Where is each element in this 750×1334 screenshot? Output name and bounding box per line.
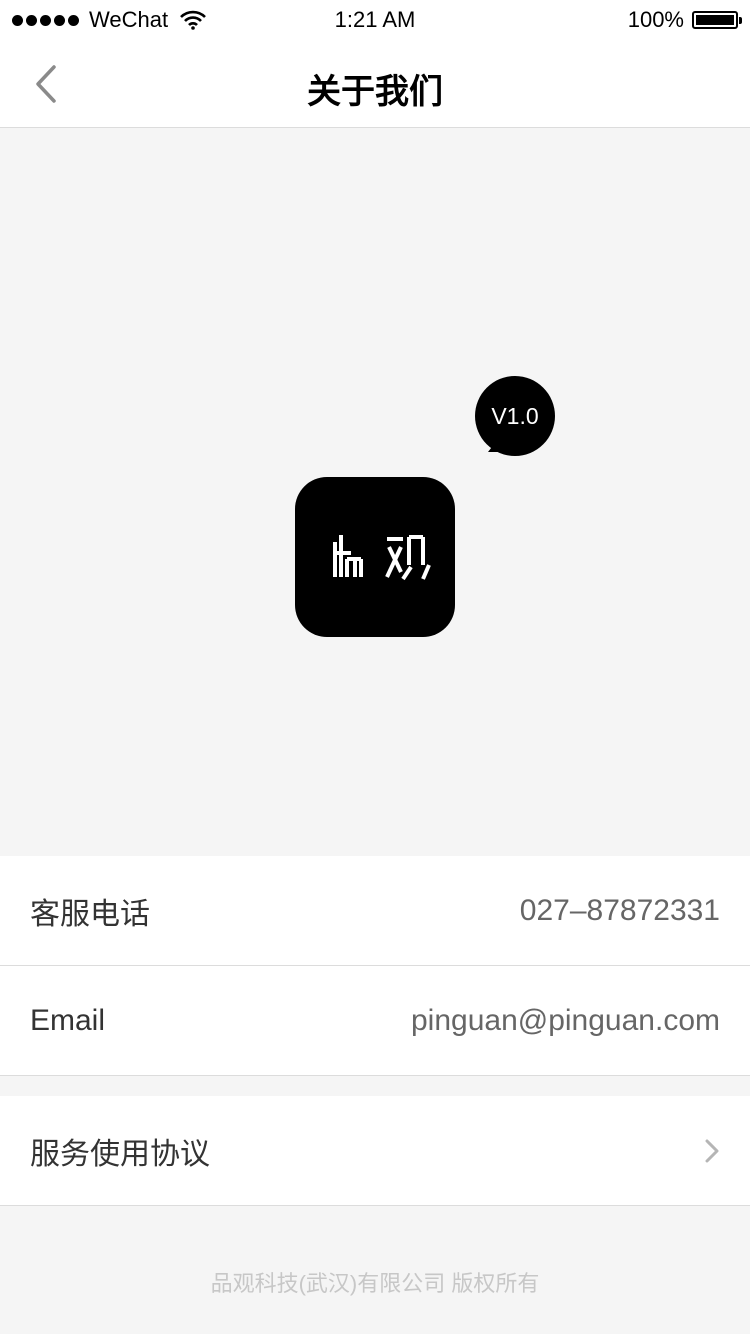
about-hero: V1.0	[0, 128, 750, 856]
service-agreement-label: 服务使用协议	[30, 1137, 210, 1171]
contact-section: 客服电话 027–87872331 Email pinguan@pinguan.…	[0, 856, 750, 1076]
email-label: Email	[30, 1003, 106, 1037]
battery-percent: 100%	[627, 7, 684, 32]
phone-row[interactable]: 客服电话 027–87872331	[0, 856, 750, 966]
phone-label: 客服电话	[30, 897, 150, 931]
service-agreement-row[interactable]: 服务使用协议	[0, 1096, 750, 1206]
phone-value[interactable]: 027–87872331	[520, 894, 720, 928]
agreement-section: 服务使用协议	[0, 1096, 750, 1206]
copyright-footer: 品观科技(武汉)有限公司 版权所有	[210, 1271, 540, 1296]
battery-full-icon	[692, 11, 742, 29]
version-bubble-tail	[478, 434, 502, 452]
page-title: 关于我们	[307, 73, 443, 111]
logo-glyph-icon	[333, 535, 431, 581]
pinguan-app-logo	[295, 477, 455, 637]
status-bar: WeChat 1:21 AM 100%	[0, 0, 750, 40]
chevron-right-icon	[705, 1139, 719, 1162]
email-value[interactable]: pinguan@pinguan.com	[411, 1004, 720, 1038]
nav-bar: 关于我们	[0, 40, 750, 128]
email-row[interactable]: Email pinguan@pinguan.com	[0, 966, 750, 1076]
status-right: 100%	[627, 7, 742, 33]
